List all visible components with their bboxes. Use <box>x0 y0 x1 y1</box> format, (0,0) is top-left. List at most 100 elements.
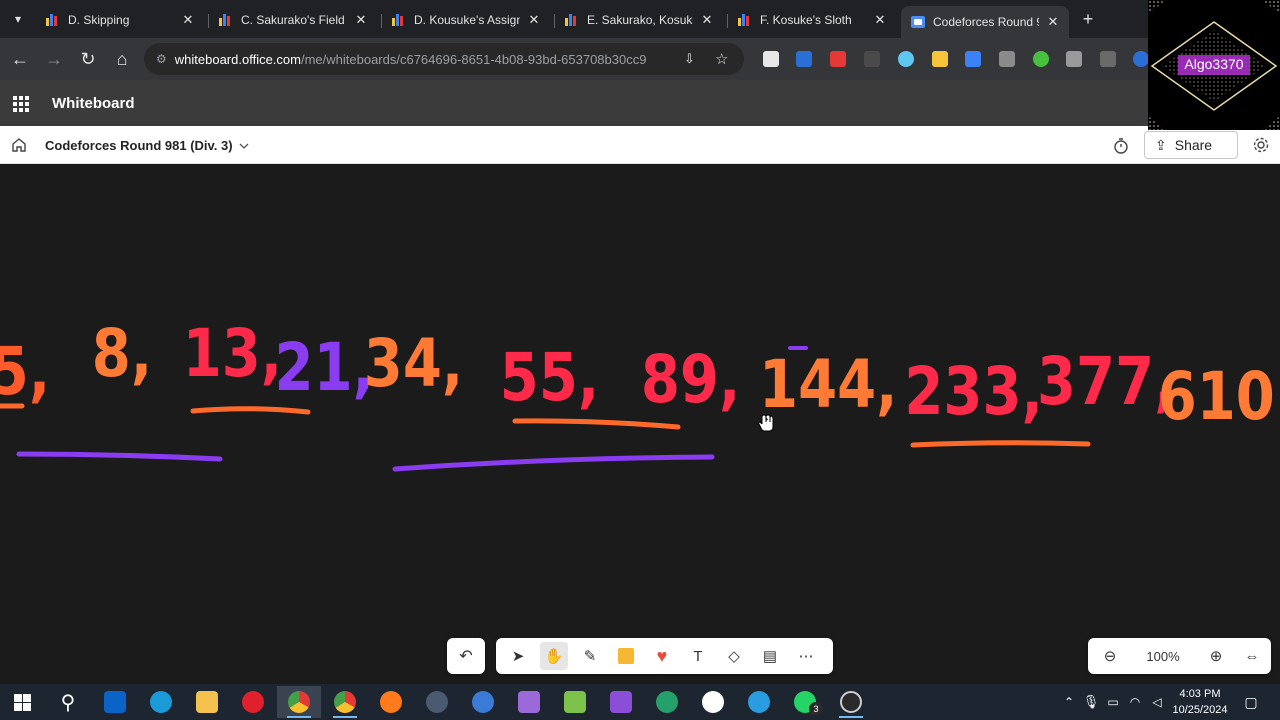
chrome-icon[interactable] <box>277 686 321 718</box>
forward-icon[interactable]: → <box>42 47 66 71</box>
tab-d-kousuke[interactable]: D. Kousuke's Assignment ✕ <box>382 6 550 34</box>
tab-search-icon[interactable]: ▾ <box>6 7 30 31</box>
tab-e-sakurako[interactable]: E. Sakurako, Kosuke, and the Permutation… <box>555 6 723 34</box>
new-tab-icon[interactable]: + <box>1076 7 1100 31</box>
mongodb-icon[interactable] <box>691 686 735 718</box>
zoom-out-icon[interactable]: ⊖ <box>1096 642 1124 670</box>
select-pointer-icon[interactable]: ➤ <box>504 642 532 670</box>
download-extension-icon[interactable] <box>999 51 1015 67</box>
extension-icon[interactable] <box>796 51 812 67</box>
wifi-icon[interactable]: ◠ <box>1124 686 1146 718</box>
pen-icon[interactable]: ✎ <box>576 642 604 670</box>
tab-c-sakurako[interactable]: C. Sakurako's Field Trip ✕ <box>209 6 377 34</box>
ink-number: 89, <box>641 342 740 419</box>
zoom-in-icon[interactable]: ⊕ <box>1202 642 1230 670</box>
reactions-heart-icon[interactable]: ♥ <box>648 642 676 670</box>
inking-toolbar: ➤ ✋ ✎ ♥ T ◇ ▤ ⋯ <box>496 638 833 674</box>
close-icon[interactable]: ✕ <box>872 12 888 28</box>
app-name: Whiteboard <box>52 95 135 112</box>
show-hidden-icons-chevron-icon[interactable]: ⌃ <box>1058 686 1080 718</box>
whiteboard-canvas[interactable]: 5, 8, 13, 21, 34, 55, 89, 144, 233, 377,… <box>0 164 1280 684</box>
codeforces-icon <box>392 14 406 26</box>
outlook-icon[interactable] <box>93 686 137 718</box>
close-icon[interactable]: ✕ <box>1045 14 1061 30</box>
battery-icon[interactable]: ▭ <box>1102 686 1124 718</box>
chrome-alt-icon[interactable] <box>323 686 367 718</box>
zoom-level[interactable]: 100% <box>1128 649 1198 664</box>
tab-d-skipping[interactable]: D. Skipping ✕ <box>36 6 204 34</box>
document-title[interactable]: Codeforces Round 981 (Div. 3) <box>45 138 233 153</box>
tab-title: Codeforces Round 981 (Div. 3) <box>933 15 1039 29</box>
home-icon[interactable]: ⌂ <box>110 47 134 71</box>
todo-icon[interactable] <box>461 686 505 718</box>
site-info-icon[interactable]: ⚙ <box>156 52 167 66</box>
reload-icon[interactable]: ↻ <box>76 47 100 71</box>
tab-f-kosuke[interactable]: F. Kosuke's Sloth ✕ <box>728 6 896 34</box>
extension-icon[interactable] <box>1033 51 1049 67</box>
share-button[interactable]: ⇪ Share <box>1144 131 1238 159</box>
extension-icon[interactable] <box>898 51 914 67</box>
whatsapp-icon[interactable]: 3 <box>783 686 827 718</box>
sticky-note-icon[interactable] <box>612 642 640 670</box>
home-icon[interactable] <box>10 136 28 154</box>
telegram-icon[interactable] <box>737 686 781 718</box>
undo-button[interactable]: ↶ <box>447 638 485 674</box>
install-app-icon[interactable]: ⇩ <box>684 51 695 67</box>
extension-icon[interactable] <box>864 51 880 67</box>
app-icon[interactable] <box>507 686 551 718</box>
templates-icon[interactable]: ▤ <box>756 642 784 670</box>
more-options-icon[interactable]: ⋯ <box>792 642 820 670</box>
ink-number: 144, <box>759 347 897 424</box>
tab-whiteboard-active[interactable]: Codeforces Round 981 (Div. 3) ✕ <box>901 6 1069 38</box>
address-bar[interactable]: ⚙ whiteboard.office.com/me/whiteboards/c… <box>144 43 744 75</box>
ink-number: 55, <box>500 340 599 417</box>
back-icon[interactable]: ← <box>8 47 32 71</box>
ink-number: 377, <box>1037 344 1175 421</box>
file-explorer-icon[interactable] <box>185 686 229 718</box>
hand-pan-icon[interactable]: ✋ <box>540 642 568 670</box>
opera-icon[interactable] <box>231 686 275 718</box>
text-icon[interactable]: T <box>684 642 712 670</box>
code-blocks-icon[interactable] <box>645 686 689 718</box>
volume-icon[interactable]: ◁ <box>1146 686 1168 718</box>
close-icon[interactable]: ✕ <box>699 12 715 28</box>
logo-text: Algo3370 <box>1184 56 1244 72</box>
close-icon[interactable]: ✕ <box>353 12 369 28</box>
chevron-down-icon[interactable] <box>238 139 250 151</box>
start-windows-icon[interactable] <box>0 686 44 718</box>
visual-studio-icon[interactable] <box>599 686 643 718</box>
codeforces-icon <box>219 14 233 26</box>
close-icon[interactable]: ✕ <box>180 12 196 28</box>
fit-to-screen-icon[interactable]: ⇔ <box>1238 642 1266 670</box>
undo-icon: ↶ <box>459 648 473 665</box>
ink-number: 13, <box>183 316 282 393</box>
clock-time: 4:03 PM <box>1179 688 1221 700</box>
settings-app-icon[interactable] <box>415 686 459 718</box>
app-launcher-icon[interactable] <box>13 96 29 112</box>
microphone-icon[interactable]: 🎙 <box>1080 686 1102 718</box>
extension-icon[interactable] <box>1133 51 1149 67</box>
extension-icon[interactable] <box>830 51 846 67</box>
notepad-plus-icon[interactable] <box>553 686 597 718</box>
tab-title: D. Skipping <box>68 13 130 27</box>
extension-icon[interactable] <box>763 51 779 67</box>
ink-number: 34, <box>364 326 463 403</box>
shapes-icon[interactable]: ◇ <box>720 642 748 670</box>
timer-icon[interactable] <box>1112 137 1130 155</box>
edge-icon[interactable] <box>139 686 183 718</box>
browser-toolbar: ← → ↻ ⌂ ⚙ whiteboard.office.com/me/white… <box>0 38 1280 80</box>
obs-icon[interactable] <box>829 686 873 718</box>
settings-gear-icon[interactable] <box>1252 136 1270 154</box>
system-clock[interactable]: 4:03 PM 10/25/2024 <box>1168 686 1232 718</box>
codeforces-extension-icon[interactable] <box>965 51 981 67</box>
shield-extension-icon[interactable] <box>1066 51 1082 67</box>
windows-taskbar: ⚲ 3 ⌃ 🎙 ▭ ◠ ◁ 4:03 PM 10/25/2024 ▢ <box>0 684 1280 720</box>
notification-center-icon[interactable]: ▢ <box>1236 686 1266 718</box>
codeforces-extension-icon[interactable] <box>932 51 948 67</box>
bookmark-star-icon[interactable]: ☆ <box>715 50 728 68</box>
close-icon[interactable]: ✕ <box>526 12 542 28</box>
ink-underline <box>910 440 1091 448</box>
search-icon[interactable]: ⚲ <box>46 686 90 718</box>
infinity-extension-icon[interactable] <box>1100 51 1116 67</box>
firefox-icon[interactable] <box>369 686 413 718</box>
